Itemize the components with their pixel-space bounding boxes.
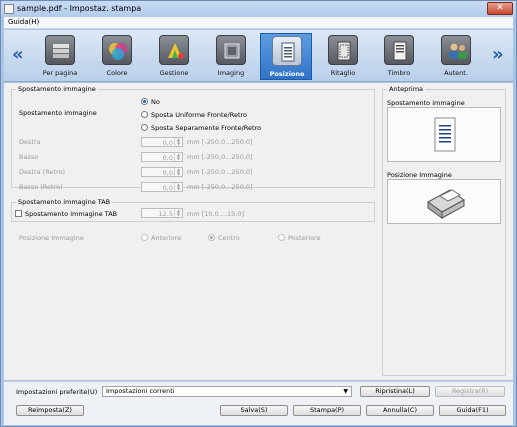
window-title: sample.pdf - Impostaz. stampa xyxy=(17,4,142,13)
stampa-button[interactable]: Stampa(P) xyxy=(293,405,361,416)
tab-shift-stepper[interactable]: 12,5 ▲ ▼ xyxy=(141,208,183,218)
radio-uniform[interactable] xyxy=(141,111,148,118)
registra-button[interactable]: Registra(R) xyxy=(435,386,505,397)
group-title: Anteprima xyxy=(387,85,426,93)
app-icon xyxy=(4,4,14,14)
radio-anteriore-label: Anteriore xyxy=(151,234,182,242)
tab-label: Ritaglio xyxy=(330,69,356,77)
menu-bar: Guida(H) xyxy=(4,17,513,29)
bottom-bar: Impostazioni preferite(U) Impostazioni c… xyxy=(4,381,513,425)
document-tray-icon xyxy=(427,189,465,219)
radio-centro-label: Centro xyxy=(218,234,240,242)
preview-position-label: Posizione Immagine xyxy=(387,171,452,179)
tab-label: Gestione xyxy=(159,69,189,77)
authentication-icon xyxy=(441,35,471,65)
stepper-value: 0,0 xyxy=(162,139,173,147)
tab-imaging[interactable]: Imaging xyxy=(205,33,257,80)
tab-shift-checkbox-label: Spostamento immagine TAB xyxy=(25,210,118,218)
tab-label: Posizione xyxy=(269,70,305,78)
stepper-value: 12,5 xyxy=(158,210,173,218)
image-position-label: Posizione Immagine xyxy=(19,234,84,242)
reimposta-button[interactable]: Reimposta(Z) xyxy=(16,405,84,416)
tab-posizione[interactable]: Posizione xyxy=(260,33,312,80)
tab-ritaglio[interactable]: Ritaglio xyxy=(317,33,369,80)
radio-posteriore[interactable] xyxy=(278,234,285,241)
tab-per-pagina[interactable]: Per pagina xyxy=(34,33,86,80)
color-circles-icon xyxy=(102,35,132,65)
trim-icon xyxy=(328,35,358,65)
group-title: Spostamento immagine xyxy=(16,85,98,93)
tab-label: Imaging xyxy=(217,69,245,77)
stepper-value: 0,0 xyxy=(162,154,173,162)
tab-label: Colore xyxy=(106,69,128,77)
preview-shift-label: Spostamento immagine xyxy=(387,99,465,107)
page-preview-icon xyxy=(434,117,456,152)
radio-anteriore[interactable] xyxy=(141,234,148,241)
tab-timbro[interactable]: Timbro xyxy=(373,33,425,80)
tab-colore[interactable]: Colore xyxy=(91,33,143,80)
image-shift-label: Spostamento immagine xyxy=(19,109,97,117)
settings-content: Spostamento immagine Spostamento immagin… xyxy=(4,83,513,380)
basso-stepper[interactable]: 0,0 ▲ ▼ xyxy=(141,152,183,162)
ripristina-button[interactable]: Ripristina(L) xyxy=(360,386,430,397)
stepper-arrows-icon[interactable]: ▲ ▼ xyxy=(174,209,182,217)
field-label-destra-retro: Destra (Retro) xyxy=(19,168,66,176)
favorites-value: Impostazioni correnti xyxy=(106,387,175,395)
tab-label: Timbro xyxy=(387,69,411,77)
tab-shift-checkbox[interactable] xyxy=(15,210,22,217)
chevron-down-icon: ▼ xyxy=(343,388,348,395)
preview-group: Anteprima Spostamento immagine Posizione… xyxy=(382,85,506,376)
stepper-arrows-icon[interactable]: ▲ ▼ xyxy=(174,183,182,191)
destra-retro-stepper[interactable]: 0,0 ▲ ▼ xyxy=(141,167,183,177)
position-preview xyxy=(387,179,501,224)
basso-retro-stepper[interactable]: 0,0 ▲ ▼ xyxy=(141,182,183,192)
annulla-button[interactable]: Annulla(C) xyxy=(366,405,434,416)
tab-autent[interactable]: Autent. xyxy=(430,33,482,80)
group-title: Spostamento immagine TAB xyxy=(16,198,113,206)
destra-stepper[interactable]: 0,0 ▲ ▼ xyxy=(141,137,183,147)
imaging-icon xyxy=(216,35,246,65)
stepper-arrows-icon[interactable]: ▲ ▼ xyxy=(174,168,182,176)
image-shift-group: Spostamento immagine Spostamento immagin… xyxy=(11,85,375,192)
basso-retro-range: mm [-250,0...250,0] xyxy=(187,183,253,191)
radio-no[interactable] xyxy=(141,98,148,105)
favorites-label: Impostazioni preferite(U) xyxy=(16,388,98,396)
shift-preview xyxy=(387,107,501,162)
stepper-arrows-icon[interactable]: ▲ ▼ xyxy=(174,138,182,146)
radio-centro[interactable] xyxy=(208,234,215,241)
pages-stack-icon xyxy=(45,35,75,65)
tab-gestione[interactable]: Gestione xyxy=(148,33,200,80)
position-icon xyxy=(272,36,302,66)
destra-range: mm [-250,0...250,0] xyxy=(187,138,253,146)
destra-retro-range: mm [-250,0...250,0] xyxy=(187,168,253,176)
tab-shift-range: mm [10,0....15,0] xyxy=(187,210,245,218)
radio-no-label: No xyxy=(151,98,160,106)
stepper-value: 0,0 xyxy=(162,184,173,192)
tab-label: Autent. xyxy=(444,69,468,77)
radio-separate[interactable] xyxy=(141,124,148,131)
settings-ribbon: « Per pagina Colore Gestione Imaging Pos… xyxy=(4,30,513,82)
ribbon-left-arrow-icon[interactable]: « xyxy=(12,44,24,65)
tab-label: Per pagina xyxy=(42,69,78,77)
color-management-icon xyxy=(159,35,189,65)
radio-posteriore-label: Posteriore xyxy=(288,234,321,242)
stamp-icon xyxy=(384,35,414,65)
basso-range: mm [-250,0...250,0] xyxy=(187,153,253,161)
guida-button[interactable]: Guida(F1) xyxy=(439,405,506,416)
close-button[interactable]: ✕ xyxy=(487,2,513,15)
stepper-value: 0,0 xyxy=(162,169,173,177)
print-settings-window: sample.pdf - Impostaz. stampa ✕ Guida(H)… xyxy=(0,0,517,427)
salva-button[interactable]: Salva(S) xyxy=(220,405,288,416)
favorites-select[interactable]: Impostazioni correnti ▼ xyxy=(102,386,352,397)
stepper-arrows-icon[interactable]: ▲ ▼ xyxy=(174,153,182,161)
field-label-basso: Basso xyxy=(19,153,39,161)
field-label-destra: Destra xyxy=(19,138,41,146)
tab-shift-group: Spostamento immagine TAB Spostamento imm… xyxy=(11,198,375,222)
field-label-basso-retro: Basso (Retro) xyxy=(19,183,63,191)
ribbon-right-arrow-icon[interactable]: » xyxy=(492,44,504,65)
title-bar: sample.pdf - Impostaz. stampa ✕ xyxy=(1,1,516,17)
radio-separate-label: Sposta Separamente Fronte/Retro xyxy=(151,124,262,132)
radio-uniform-label: Sposta Uniforme Fronte/Retro xyxy=(151,111,248,119)
menu-guida[interactable]: Guida(H) xyxy=(8,18,39,26)
